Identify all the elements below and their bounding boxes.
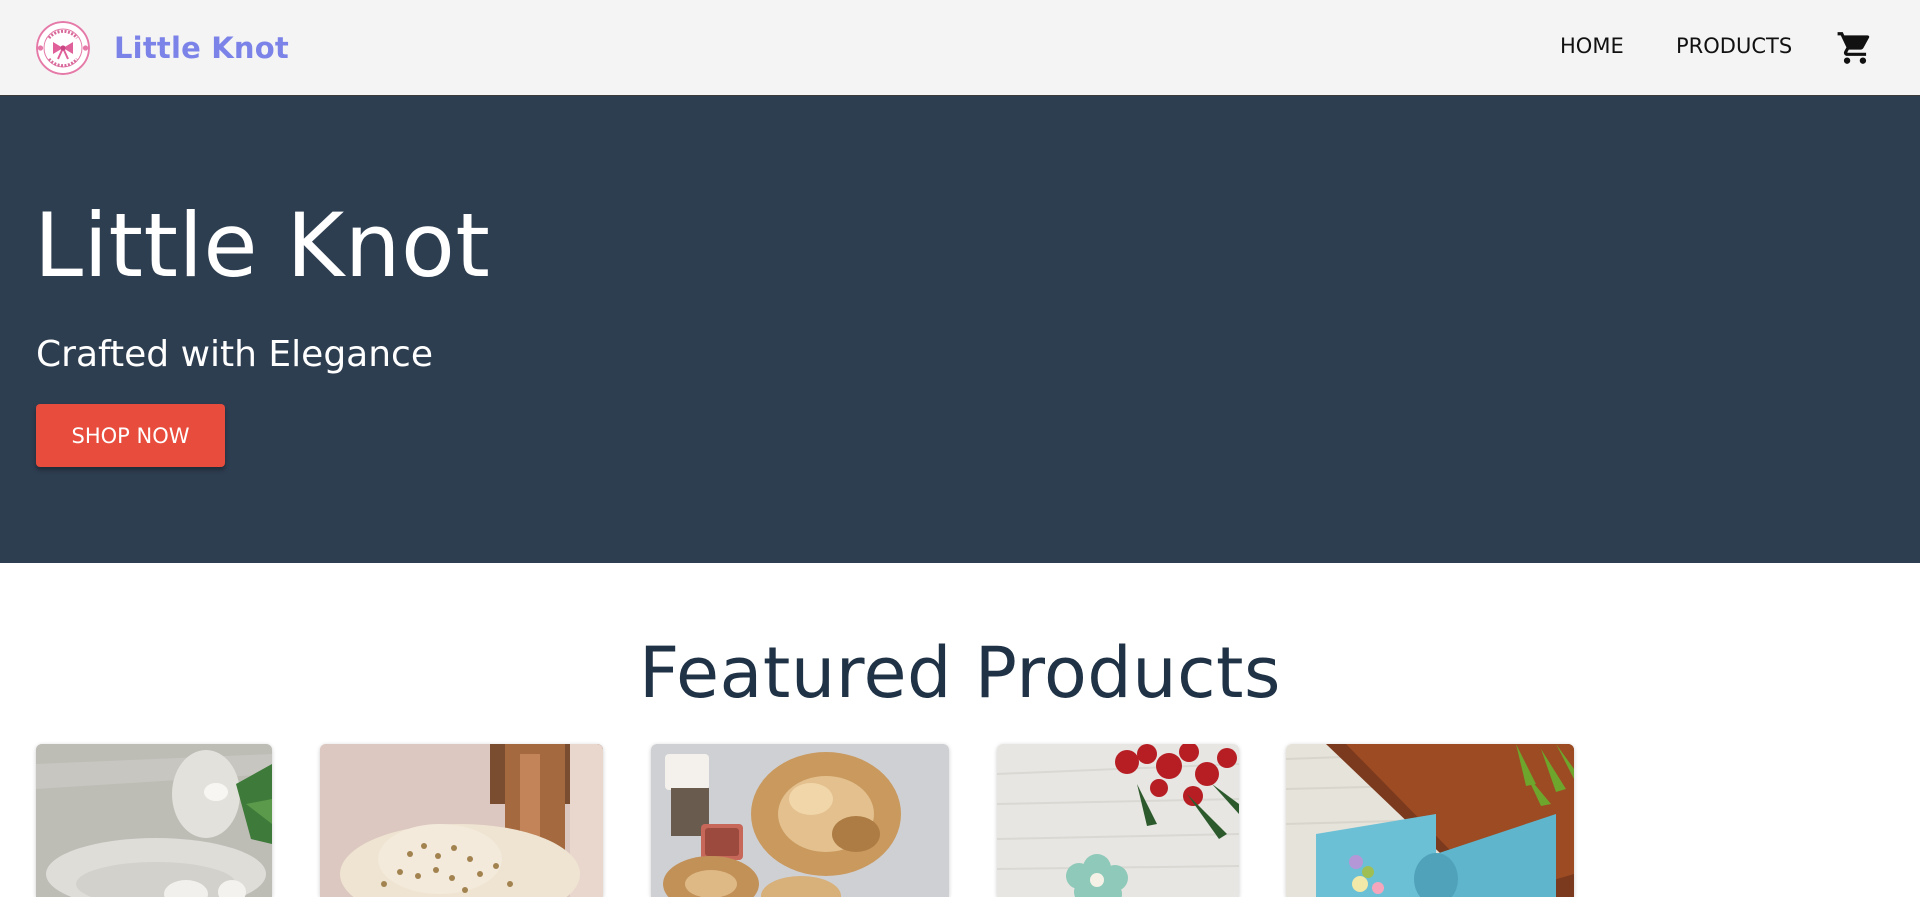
product-card[interactable] <box>651 744 949 897</box>
product-card[interactable] <box>36 744 272 897</box>
brand-link[interactable]: Little Knot <box>36 20 289 75</box>
shopping-cart-icon[interactable] <box>1836 29 1874 67</box>
navbar: Little Knot HOME PRODUCTS <box>0 0 1920 96</box>
hero-subtitle: Crafted with Elegance <box>36 334 433 375</box>
nav-home-link[interactable]: HOME <box>1560 34 1624 58</box>
nav-products-link[interactable]: PRODUCTS <box>1676 34 1792 58</box>
gold-satin-scrunchie-photo <box>651 744 949 897</box>
product-card[interactable] <box>997 744 1239 897</box>
hero-section: Little Knot Crafted with Elegance SHOP N… <box>0 96 1920 563</box>
shop-now-button[interactable]: SHOP NOW <box>36 404 225 467</box>
featured-products-title: Featured Products <box>639 632 1281 714</box>
floral-scrunchie-photo <box>320 744 603 897</box>
white-scrunchie-photo <box>36 744 272 897</box>
product-card[interactable] <box>1286 744 1574 897</box>
mint-flower-clip-photo <box>997 744 1239 897</box>
hero-title: Little Knot <box>34 194 491 297</box>
product-card[interactable] <box>320 744 603 897</box>
brand-name: Little Knot <box>114 30 289 65</box>
blue-bow-photo <box>1286 744 1574 897</box>
brand-logo <box>36 20 90 75</box>
